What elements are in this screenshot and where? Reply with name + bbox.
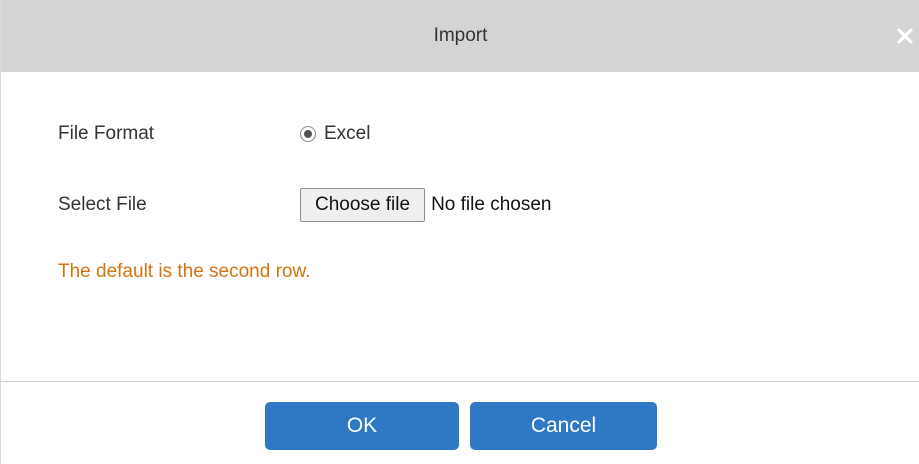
file-format-label: File Format <box>58 123 155 144</box>
dialog-titlebar: Import <box>1 0 919 72</box>
radio-selected-dot <box>304 130 312 138</box>
ok-button[interactable]: OK <box>265 402 459 450</box>
select-file-row: Select File Choose file No file chosen <box>58 187 551 223</box>
dialog-title: Import <box>433 25 488 46</box>
footer-divider <box>1 381 919 382</box>
excel-radio[interactable] <box>300 126 316 142</box>
file-status-text: No file chosen <box>431 194 552 215</box>
import-dialog: Import File Format Excel Select File Cho… <box>0 0 919 464</box>
file-format-row: File Format Excel <box>58 120 370 148</box>
close-icon[interactable] <box>896 27 914 45</box>
choose-file-button[interactable]: Choose file <box>300 188 426 222</box>
select-file-label: Select File <box>58 194 147 215</box>
default-row-hint: The default is the second row. <box>58 261 311 282</box>
cancel-button[interactable]: Cancel <box>470 402 657 450</box>
excel-option-label[interactable]: Excel <box>324 123 370 145</box>
